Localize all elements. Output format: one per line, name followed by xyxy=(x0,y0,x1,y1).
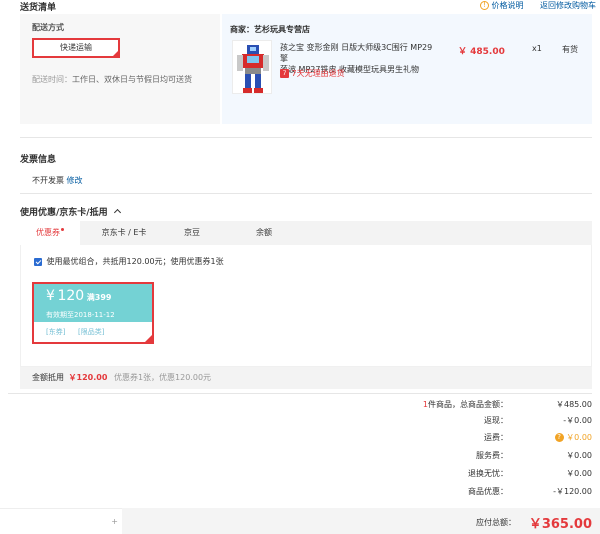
amount-deduction-value: ￥120.00 xyxy=(68,373,108,382)
tab-jd-card[interactable]: 京东卡 / E卡 xyxy=(94,221,154,245)
invoice-title: 发票信息 xyxy=(20,155,57,165)
price-note-link[interactable]: ! 价格说明 xyxy=(480,0,524,11)
product-image[interactable] xyxy=(232,40,272,94)
seven-day-return-icon: 7 xyxy=(280,69,289,78)
shipping-fee: ? ￥0.00 xyxy=(554,432,592,443)
info-circle-icon: ! xyxy=(480,1,489,10)
robot-figure-icon xyxy=(237,45,269,93)
coupon-tags: [东券] [限品类] xyxy=(34,322,152,342)
summary-rebate: 返现： -￥0.00 xyxy=(292,415,592,427)
summary-shipping: 运费： ? ￥0.00 xyxy=(292,432,592,444)
tab-jd-beans[interactable]: 京豆 xyxy=(170,221,214,245)
price-note-label: 价格说明 xyxy=(491,1,524,10)
return-policy: 7 7天无理由退货 xyxy=(280,68,345,79)
delivery-time: 配送时间：工作日、双休日与节假日均可送货 xyxy=(32,74,192,85)
stock-status: 有货 xyxy=(562,45,578,54)
amount-deduction-bar: 金额抵用 ￥120.00 优惠券1张，优惠120.00元 xyxy=(20,367,592,389)
product-quantity: x1 xyxy=(532,44,542,53)
summary-service: 服务费： ￥0.00 xyxy=(292,450,592,462)
coupon-tag-dongquan: [东券] xyxy=(46,328,66,336)
coupon-condition: 满399 xyxy=(86,293,112,302)
goods-count-text: 件商品，总商品金额： xyxy=(428,400,508,409)
payable-label: 应付总额： xyxy=(476,518,516,527)
shop-product-panel: 商家：艺杉玩具专营店 孩之宝 变形金刚 日版大师级3C围行 MP29擎 落波 M… xyxy=(222,14,592,124)
return-label: 退换无忧： xyxy=(468,469,508,478)
amount-deduction-detail: 优惠券1张，优惠120.00元 xyxy=(113,373,212,382)
coupon-currency: ¥ xyxy=(46,288,55,304)
invoice-edit-link[interactable]: 修改 xyxy=(67,176,83,185)
coupon-amount: ¥ 120 满399 xyxy=(46,288,111,304)
divider xyxy=(20,137,592,138)
payable-bar: 应付总额： ￥365.00 xyxy=(122,508,600,534)
goods-total-value: ￥485.00 xyxy=(556,400,592,409)
amount-deduction-label: 金额抵用 xyxy=(32,373,64,382)
discount-value: -￥120.00 xyxy=(553,487,592,496)
divider xyxy=(8,393,592,394)
shop-name: 商家：艺杉玩具专营店 xyxy=(230,24,310,35)
return-value: ￥0.00 xyxy=(566,469,592,478)
coupon-card[interactable]: ¥ 120 满399 有效期至2018-11-12 [东券] [限品类] xyxy=(32,282,154,344)
tab-coupons-label: 优惠券 xyxy=(36,228,60,237)
coupon-tag-category: [限品类] xyxy=(78,328,105,336)
coupon-amount-value: 120 xyxy=(57,288,85,304)
back-to-cart-link[interactable]: 返回修改购物车 xyxy=(540,0,596,11)
summary-goods-total: 1件商品，总商品金额： ￥485.00 xyxy=(292,399,592,411)
invoice-info: 不开发票 修改 xyxy=(32,175,83,186)
payable-value: ￥365.00 xyxy=(528,517,592,532)
shipping-method-label: 配送方式 xyxy=(32,23,64,32)
shop-label: 商家： xyxy=(230,25,254,34)
chevron-up-icon xyxy=(113,208,121,217)
shipping-value: ￥0.00 xyxy=(566,433,592,442)
service-label: 服务费： xyxy=(476,451,508,460)
service-value: ￥0.00 xyxy=(566,451,592,460)
product-title-line1: 孩之宝 变形金刚 日版大师级3C围行 MP29擎 xyxy=(280,43,433,63)
tab-balance[interactable]: 余额 xyxy=(242,221,286,245)
delivery-time-label: 配送时间： xyxy=(32,75,72,84)
invoice-value: 不开发票 xyxy=(32,176,64,185)
best-combo-option[interactable]: 使用最优组合，共抵用120.00元；使用优惠券1张 xyxy=(34,256,224,267)
divider xyxy=(20,193,592,194)
delivery-title: 送货清单 xyxy=(20,3,57,13)
rebate-value: -￥0.00 xyxy=(563,416,592,425)
warning-circle-icon[interactable]: ? xyxy=(554,433,564,442)
scroll-arrow-icon[interactable]: + xyxy=(111,517,118,526)
shop-name-value: 艺杉玩具专营店 xyxy=(254,25,310,34)
coupon-header: ¥ 120 满399 有效期至2018-11-12 xyxy=(34,284,152,322)
delivery-time-value: 工作日、双休日与节假日均可送货 xyxy=(72,75,192,84)
coupon-expiry: 有效期至2018-11-12 xyxy=(46,311,115,319)
return-policy-label: 7天无理由退货 xyxy=(291,69,345,78)
express-shipping-button[interactable]: 快递运输 xyxy=(32,38,120,58)
selected-corner-icon xyxy=(144,334,153,343)
express-shipping-label: 快递运输 xyxy=(60,43,92,52)
bottom-left-area: + xyxy=(0,508,122,534)
best-combo-checkbox[interactable] xyxy=(34,257,42,266)
new-dot-icon xyxy=(61,228,64,231)
product-price: ￥ 485.00 xyxy=(458,47,505,57)
tab-coupons[interactable]: 优惠券 xyxy=(20,221,80,245)
shipping-label: 运费： xyxy=(484,433,508,442)
goods-count: 1件商品，总商品金额： xyxy=(423,399,508,410)
coupon-tabs: 优惠券 京东卡 / E卡 京豆 余额 xyxy=(20,221,592,245)
coupon-section-toggle[interactable]: 使用优惠/京东卡/抵用 xyxy=(20,205,121,218)
best-combo-text: 使用最优组合，共抵用120.00元；使用优惠券1张 xyxy=(46,257,224,266)
summary-discount: 商品优惠： -￥120.00 xyxy=(292,486,592,498)
shipping-method-panel: 配送方式 快递运输 配送时间：工作日、双休日与节假日均可送货 xyxy=(20,14,220,124)
rebate-label: 返现： xyxy=(484,416,508,425)
selected-corner-icon xyxy=(112,50,119,57)
coupon-section-title: 使用优惠/京东卡/抵用 xyxy=(20,208,108,218)
discount-label: 商品优惠： xyxy=(468,487,508,496)
summary-return-worry-free: 退换无忧： ￥0.00 xyxy=(292,468,592,480)
